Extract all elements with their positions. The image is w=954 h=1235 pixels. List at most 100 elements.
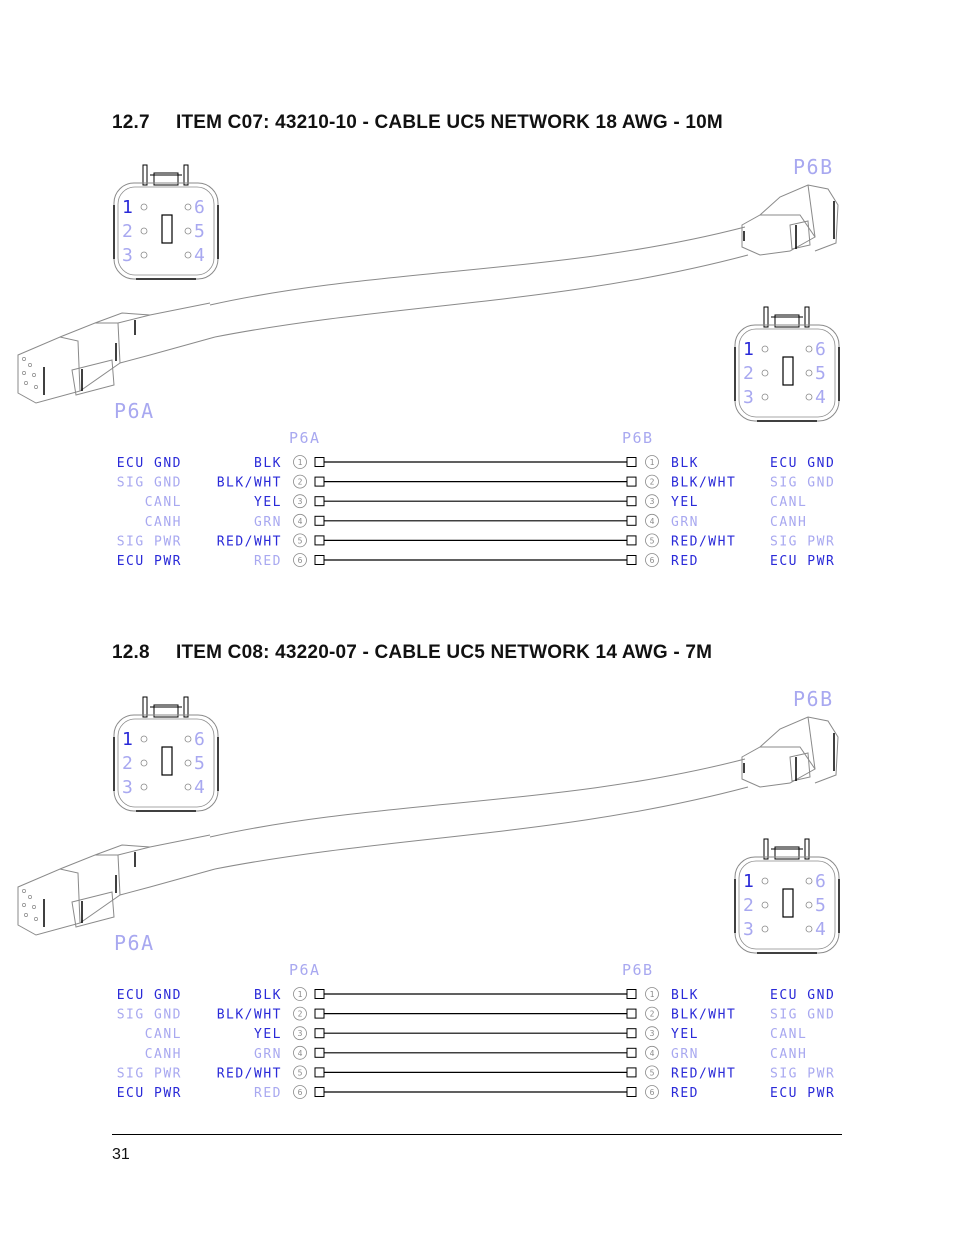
wire-signal-b: CANH <box>770 1047 807 1062</box>
cable-outline <box>214 786 749 870</box>
pin-number-b: 4 <box>650 1049 655 1058</box>
pin-number-b: 3 <box>650 497 655 506</box>
footer-divider <box>112 1134 842 1135</box>
connector-face-p6b: 1 6 2 5 3 4 <box>734 838 840 954</box>
cable-outline <box>214 254 749 338</box>
wire-color-a: YEL <box>254 495 282 510</box>
pin-hole <box>184 735 192 743</box>
wire-signal-a: ECU PWR <box>117 1086 182 1101</box>
pin-hole <box>761 877 769 885</box>
wiring-header-p6b: P6B <box>622 429 654 447</box>
wire-color-a: RED <box>254 1086 282 1101</box>
pin-number-a: 3 <box>298 497 303 506</box>
terminal-b <box>626 476 637 487</box>
wire-signal-a: CANL <box>145 1027 182 1042</box>
terminal-a <box>314 496 325 507</box>
wire-signal-a: CANL <box>145 495 182 510</box>
pin-hole <box>140 783 148 791</box>
terminal-b <box>626 496 637 507</box>
pin-hole <box>184 783 192 791</box>
terminal-a <box>314 457 325 467</box>
terminal-b <box>626 1008 637 1019</box>
pin-number: 6 <box>194 197 205 218</box>
connector-label-p6b: P6B <box>793 687 834 711</box>
pin-number-b: 3 <box>650 1029 655 1038</box>
connector-label-p6a: P6A <box>114 931 155 955</box>
wire-signal-b: SIG GND <box>770 476 835 491</box>
wire-signal-b: ECU PWR <box>770 1086 835 1101</box>
pin-number: 5 <box>194 753 205 774</box>
wire-color-b: RED/WHT <box>671 534 736 549</box>
connector-label-p6a: P6A <box>114 399 155 423</box>
pin-hole <box>761 393 769 401</box>
pin-number-a: 2 <box>298 1010 303 1019</box>
pin-number-a: 6 <box>298 1088 303 1097</box>
wire-color-b: GRN <box>671 1047 699 1062</box>
pin-hole <box>140 735 148 743</box>
wire-signal-b: SIG PWR <box>770 534 835 549</box>
terminal-a <box>314 476 325 487</box>
pin-hole <box>761 369 769 377</box>
pin-number: 2 <box>743 895 754 916</box>
cable-outline <box>209 226 746 306</box>
terminal-b <box>626 457 637 467</box>
pin-number-a: 1 <box>298 458 303 467</box>
wire-color-a: GRN <box>254 515 282 530</box>
pin-number: 3 <box>122 245 133 266</box>
wire-signal-a: SIG PWR <box>117 534 182 549</box>
pin-number: 6 <box>194 729 205 750</box>
pin-number: 1 <box>122 197 133 218</box>
pin-hole <box>140 759 148 767</box>
wire-signal-a: SIG GND <box>117 1008 182 1023</box>
terminal-a <box>314 1008 325 1019</box>
connector-face-p6a: 1 6 2 5 3 4 <box>113 164 219 280</box>
wire-color-b: YEL <box>671 495 699 510</box>
wire-color-b: RED <box>671 1086 699 1101</box>
pin-number: 4 <box>194 245 205 266</box>
pin-hole <box>805 345 813 353</box>
pin-number: 6 <box>815 871 826 892</box>
pin-number: 3 <box>743 919 754 940</box>
section-heading-12-7: 12.7 ITEM C07: 43210-10 - CABLE UC5 NETWO… <box>112 112 723 134</box>
pin-number: 1 <box>122 729 133 750</box>
pin-number: 1 <box>743 339 754 360</box>
pin-number-b: 5 <box>650 1068 655 1077</box>
pin-number-b: 2 <box>650 478 655 487</box>
pin-number-b: 1 <box>650 458 655 467</box>
pin-number-b: 1 <box>650 990 655 999</box>
wire-signal-b: SIG PWR <box>770 1066 835 1081</box>
wire-signal-b: CANH <box>770 515 807 530</box>
pin-number-a: 5 <box>298 1068 303 1077</box>
pin-number-b: 6 <box>650 1088 655 1097</box>
wire-color-a: BLK <box>254 456 282 471</box>
wire-signal-b: SIG GND <box>770 1008 835 1023</box>
pin-number: 5 <box>194 221 205 242</box>
pin-hole <box>805 369 813 377</box>
pin-number: 4 <box>815 919 826 940</box>
connector-label-p6b: P6B <box>793 155 834 179</box>
wire-color-a: BLK/WHT <box>217 1008 282 1023</box>
wire-signal-b: ECU GND <box>770 988 835 1003</box>
wire-color-b: RED <box>671 554 699 569</box>
wire-signal-b: ECU PWR <box>770 554 835 569</box>
pin-hole <box>184 203 192 211</box>
terminal-a <box>314 555 325 565</box>
pin-number: 5 <box>815 363 826 384</box>
section-number: 12.8 <box>112 642 150 663</box>
pin-hole <box>140 203 148 211</box>
wiring-diagram-svg: 1 6 2 5 3 4 1 6 2 5 3 4 P6A P6B P6A P6B ECU GND BLK 1 1 BLK E… <box>17 687 840 1101</box>
pin-hole <box>140 251 148 259</box>
pin-hole <box>805 901 813 909</box>
wire-color-b: RED/WHT <box>671 1066 736 1081</box>
connector-p6a-drawing <box>17 302 216 404</box>
pin-number-a: 5 <box>298 536 303 545</box>
terminal-b <box>626 989 637 999</box>
terminal-a <box>314 1087 325 1097</box>
pin-number-a: 4 <box>298 1049 303 1058</box>
pin-hole <box>184 759 192 767</box>
pin-hole <box>761 901 769 909</box>
pin-number-a: 4 <box>298 517 303 526</box>
pin-number-b: 5 <box>650 536 655 545</box>
pin-number-a: 2 <box>298 478 303 487</box>
terminal-a <box>314 1047 325 1058</box>
